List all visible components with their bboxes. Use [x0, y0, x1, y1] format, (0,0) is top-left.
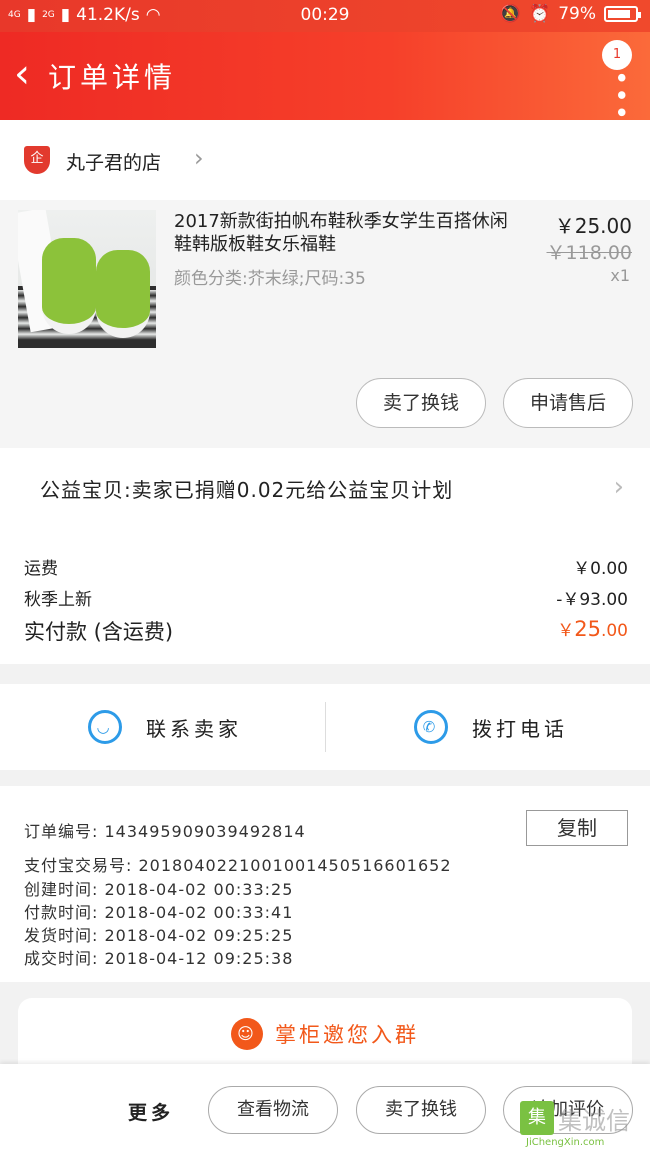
charity-text: 公益宝贝:卖家已捐赠0.02元给公益宝贝计划 [40, 478, 454, 502]
call-phone-label: 拨打电话 [472, 716, 568, 741]
completed-time: 成交时间: 2018-04-12 09:25:38 [24, 949, 294, 968]
shipped-time: 发货时间: 2018-04-02 09:25:25 [24, 926, 294, 945]
battery-percent: 79% [558, 4, 596, 24]
chevron-right-icon: › [194, 144, 204, 172]
more-options-icon[interactable]: ••• [605, 70, 635, 122]
page-title: 订单详情 [48, 61, 177, 94]
order-number: 订单编号: 143495909039492814 [24, 822, 306, 841]
total-currency: ￥ [557, 621, 575, 641]
status-bar: 4G ▮ 2G ▮ 41.2K/s ◠ 00:29 🔕 ⏰ 79% [0, 0, 650, 32]
product-title: 2017新款街拍帆布鞋秋季女学生百搭休闲鞋韩版板鞋女乐福鞋 [174, 211, 508, 255]
copy-button[interactable]: 复制 [526, 810, 628, 846]
group-icon: ☺ [231, 1018, 263, 1050]
total-label: 实付款 (含运费) [24, 620, 174, 644]
battery-icon [604, 6, 641, 22]
shop-row[interactable]: 企 丸子君的店 › [0, 120, 650, 200]
after-sales-button[interactable]: 申请售后 [503, 378, 633, 428]
watermark: 集 集诚信 JiChengXin.com [520, 1101, 640, 1151]
paid-time: 付款时间: 2018-04-02 00:33:41 [24, 903, 294, 922]
bottom-action-bar: 更多 查看物流 卖了换钱 追加评价 集 集诚信 JiChengXin.com [0, 1064, 650, 1155]
shop-logo-icon: 企 [24, 146, 50, 174]
product-price: ￥25.00 [554, 214, 632, 238]
nav-bar: ‹ 订单详情 1 ••• [0, 32, 650, 122]
alarm-icon: ⏰ [529, 4, 551, 24]
resell-bottom-button[interactable]: 卖了换钱 [356, 1086, 486, 1134]
group-invite-content: ☺ 掌柜邀您入群 [18, 1018, 632, 1050]
created-time: 创建时间: 2018-04-02 00:33:25 [24, 880, 294, 899]
back-chevron-left-icon[interactable]: ‹ [14, 54, 44, 98]
fee-value: ￥0.00 [573, 559, 628, 579]
contact-seller-label: 联系卖家 [146, 716, 242, 741]
divider [325, 702, 326, 752]
fee-label: 运费 [24, 559, 58, 579]
more-button[interactable]: 更多 [128, 1098, 174, 1125]
shoe-right [96, 250, 150, 338]
resell-button[interactable]: 卖了换钱 [356, 378, 486, 428]
watermark-logo-icon: 集 [520, 1101, 554, 1135]
fee-row-discount: 秋季上新 -￥93.00 [24, 585, 628, 610]
call-phone-button[interactable]: ✆ 拨打电话 [414, 684, 568, 770]
view-logistics-button[interactable]: 查看物流 [208, 1086, 338, 1134]
fee-row-shipping: 运费 ￥0.00 [24, 554, 628, 579]
watermark-text: 集诚信 [558, 1107, 630, 1135]
product-original-price: ￥118.00 [546, 242, 632, 264]
shop-name: 丸子君的店 [66, 152, 162, 174]
status-right: 🔕 ⏰ 79% [499, 4, 641, 24]
total-amount: 25 [574, 617, 601, 641]
phone-icon: ✆ [414, 710, 448, 744]
message-badge[interactable]: 1 [602, 40, 632, 70]
watermark-url: JiChengXin.com [526, 1137, 605, 1148]
contact-bar: ◡ 联系卖家 ✆ 拨打电话 [0, 684, 650, 770]
product-item[interactable]: 2017新款街拍帆布鞋秋季女学生百搭休闲鞋韩版板鞋女乐福鞋 颜色分类:芥末绿;尺… [0, 200, 650, 448]
fee-summary: 运费 ￥0.00 秋季上新 -￥93.00 实付款 (含运费) ￥25.00 [0, 530, 650, 664]
fee-label: 秋季上新 [24, 590, 92, 610]
product-quantity: x1 [610, 266, 630, 285]
fee-value: -￥93.00 [556, 590, 628, 610]
shoe-left [42, 238, 96, 334]
contact-seller-button[interactable]: ◡ 联系卖家 [88, 684, 242, 770]
product-spec: 颜色分类:芥末绿;尺码:35 [174, 269, 366, 289]
total-decimals: .00 [600, 621, 628, 641]
group-invite-label: 掌柜邀您入群 [275, 1023, 419, 1047]
product-thumbnail[interactable] [18, 210, 156, 348]
order-info: 订单编号: 143495909039492814 复制 支付宝交易号: 2018… [0, 786, 650, 982]
chevron-right-icon: › [613, 472, 624, 502]
total-value: ￥25.00 [557, 616, 628, 641]
alipay-trade-number: 支付宝交易号: 2018040221001001450516601652 [24, 856, 452, 875]
total-row: 实付款 (含运费) ￥25.00 [24, 616, 628, 646]
mute-icon: 🔕 [499, 4, 522, 24]
chat-bubble-icon: ◡ [88, 710, 122, 744]
charity-row[interactable]: 公益宝贝:卖家已捐赠0.02元给公益宝贝计划 › [0, 448, 650, 530]
